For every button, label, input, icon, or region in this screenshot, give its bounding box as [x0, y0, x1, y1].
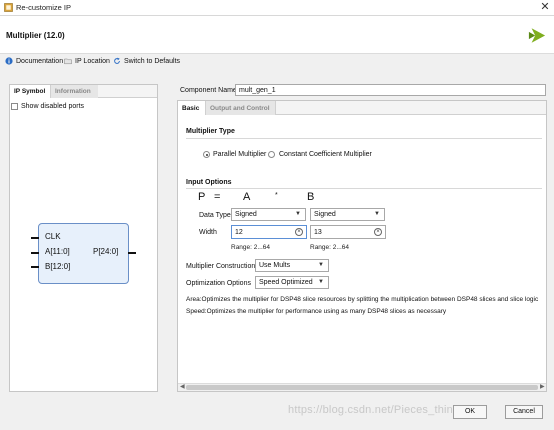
- width-a-value: 12: [235, 229, 243, 236]
- chevron-down-icon: ▼: [374, 211, 380, 217]
- pin-p: P[24:0]: [93, 247, 119, 256]
- data-type-b-value: Signed: [314, 211, 336, 218]
- constant-coefficient-label: Constant Coefficient Multiplier: [279, 151, 372, 158]
- folder-icon: [64, 58, 72, 65]
- equation-equals: =: [214, 191, 221, 203]
- data-type-a-value: Signed: [235, 211, 257, 218]
- area-description: Area:Optimizes the multiplier for DSP48 …: [186, 296, 539, 303]
- parallel-multiplier-label: Parallel Multiplier: [213, 151, 267, 158]
- section-divider: [186, 188, 542, 189]
- clear-icon[interactable]: ×: [295, 228, 303, 236]
- cancel-button[interactable]: Cancel: [505, 405, 543, 419]
- info-icon: [5, 57, 13, 65]
- scroll-right-icon[interactable]: ▶: [540, 383, 545, 390]
- ip-header: [0, 16, 554, 54]
- refresh-icon: [114, 57, 120, 64]
- input-options-title: Input Options: [186, 179, 232, 186]
- documentation-link[interactable]: Documentation: [5, 57, 63, 65]
- clear-icon[interactable]: ×: [374, 228, 382, 236]
- equation-b: B: [307, 191, 315, 203]
- b-pin-line: [31, 266, 39, 268]
- multiplier-construction-value: Use Mults: [259, 262, 291, 269]
- optimization-options-select[interactable]: Speed Optimized ▼: [255, 276, 329, 289]
- scrollbar-thumb[interactable]: [186, 385, 538, 390]
- width-label: Width: [199, 229, 217, 236]
- chevron-down-icon: ▼: [318, 279, 324, 285]
- data-type-label: Data Type: [199, 212, 231, 219]
- tab-ip-symbol[interactable]: IP Symbol: [10, 85, 51, 98]
- data-type-a-select[interactable]: Signed ▼: [231, 208, 306, 221]
- parallel-multiplier-radio[interactable]: [203, 151, 210, 158]
- optimization-options-label: Optimization Options: [186, 280, 251, 287]
- window-close-button[interactable]: ✕: [539, 1, 551, 13]
- scroll-left-icon[interactable]: ◀: [180, 383, 185, 390]
- vivado-logo-icon: [528, 28, 546, 43]
- right-tab-strip: [276, 101, 546, 115]
- ip-location-button[interactable]: IP Location: [64, 57, 110, 65]
- ip-title: Multiplier (12.0): [6, 31, 65, 40]
- show-disabled-ports-label: Show disabled ports: [21, 103, 85, 110]
- app-icon: [4, 3, 13, 12]
- clk-pin-line: [31, 237, 39, 239]
- show-disabled-ports-checkbox[interactable]: [11, 103, 18, 110]
- multiplier-construction-label: Multiplier Construction: [186, 263, 256, 270]
- width-b-input[interactable]: 13 ×: [310, 225, 386, 239]
- tab-information[interactable]: Information: [51, 85, 98, 98]
- switch-defaults-label: Switch to Defaults: [124, 57, 181, 65]
- equation-p: P: [198, 191, 206, 203]
- optimization-options-value: Speed Optimized: [259, 279, 313, 286]
- title-bar: [0, 0, 554, 16]
- pin-a: A[11:0]: [45, 247, 70, 256]
- width-b-value: 13: [314, 229, 322, 236]
- ok-button[interactable]: OK: [453, 405, 487, 419]
- ip-location-label: IP Location: [75, 57, 110, 65]
- left-tab-strip: [98, 85, 157, 98]
- multiplier-type-title: Multiplier Type: [186, 128, 235, 135]
- a-pin-line: [31, 252, 39, 254]
- component-name-label: Component Name: [180, 87, 237, 94]
- width-a-input[interactable]: 12 ×: [231, 225, 307, 239]
- watermark-text: https://blog.csdn.net/Pieces_thinking: [288, 404, 474, 416]
- documentation-label: Documentation: [16, 57, 64, 65]
- component-name-input[interactable]: mult_gen_1: [235, 84, 546, 96]
- equation-a: A: [243, 191, 251, 203]
- window-title: Re-customize IP: [16, 3, 72, 12]
- tab-output-and-control[interactable]: Output and Control: [206, 101, 276, 115]
- section-divider: [186, 138, 542, 139]
- equation-times: *: [275, 192, 278, 199]
- constant-coefficient-radio[interactable]: [268, 151, 275, 158]
- switch-to-defaults-button[interactable]: Switch to Defaults: [113, 57, 180, 65]
- range-b-hint: Range: 2...64: [310, 244, 350, 251]
- p-pin-line: [128, 252, 136, 254]
- chevron-down-icon: ▼: [295, 211, 301, 217]
- range-a-hint: Range: 2...64: [231, 244, 271, 251]
- speed-description: Speed:Optimizes the multiplier for perfo…: [186, 308, 447, 315]
- multiplier-construction-select[interactable]: Use Mults ▼: [255, 259, 329, 272]
- chevron-down-icon: ▼: [318, 262, 324, 268]
- data-type-b-select[interactable]: Signed ▼: [310, 208, 385, 221]
- pin-b: B[12:0]: [45, 262, 71, 271]
- tab-basic[interactable]: Basic: [178, 101, 206, 115]
- radio-selected-dot: [205, 153, 208, 156]
- pin-clk: CLK: [45, 232, 61, 241]
